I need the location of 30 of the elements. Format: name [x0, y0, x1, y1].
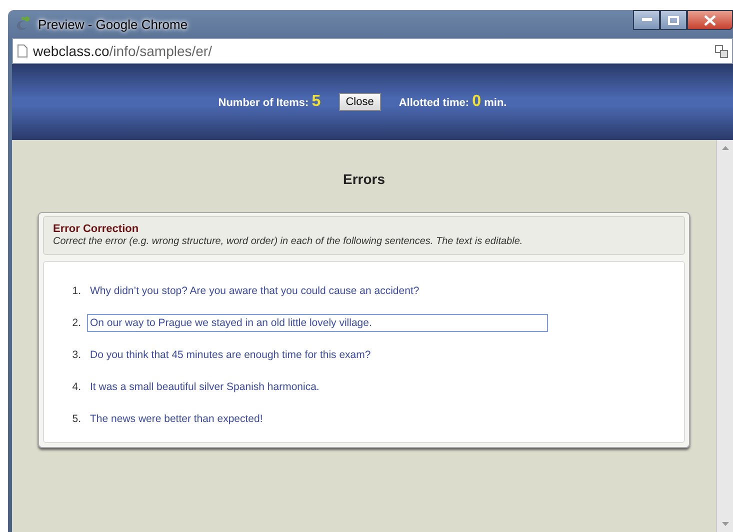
scroll-up-icon[interactable]	[722, 146, 728, 150]
close-button[interactable]	[687, 10, 733, 30]
maximize-button[interactable]	[660, 10, 687, 30]
sentence-text[interactable]: The news were better than expected!	[87, 410, 266, 428]
close-icon	[704, 14, 716, 26]
exercise-title: Error Correction	[53, 223, 140, 235]
maximize-icon	[668, 16, 679, 24]
sentence-text[interactable]: Why didn’t you stop? Are you aware that you could cause an accident?	[87, 282, 422, 300]
close-button[interactable]: Close	[338, 93, 381, 111]
sentence-text[interactable]: It was a small beautiful silver Spanish harmonica.	[87, 378, 322, 396]
url-text: webclass.co/info/samples/er/	[33, 43, 212, 59]
item-number: 3.	[71, 349, 81, 361]
item-number: 1.	[71, 285, 81, 297]
item-number: 5.	[71, 413, 81, 425]
sentence-input-field[interactable]: On our way to Prague we stayed in an old little lovely village.	[87, 314, 548, 332]
instructions-text: Correct the error (e.g. wrong structure, word order) in each of the following sentences. The text is editable.	[53, 236, 524, 247]
allotted-time-text: Allotted time: 0 min.	[398, 93, 507, 111]
app-icon	[14, 16, 32, 32]
scroll-down-icon[interactable]	[722, 522, 728, 526]
item-number: 4.	[71, 381, 81, 393]
scrollbar[interactable]	[716, 140, 733, 532]
page-title: Errors	[342, 171, 386, 187]
translate-icon[interactable]	[715, 44, 728, 58]
items-count-text: Number of Items: 5	[218, 93, 321, 111]
item-number: 2.	[71, 317, 81, 329]
sentence-text[interactable]: Do you think that 45 minutes are enough time for this exam?	[87, 346, 374, 364]
minimize-icon	[642, 18, 652, 22]
page-icon	[17, 44, 28, 58]
window-title: Preview - Google Chrome	[38, 16, 188, 32]
minimize-button[interactable]	[633, 10, 660, 30]
